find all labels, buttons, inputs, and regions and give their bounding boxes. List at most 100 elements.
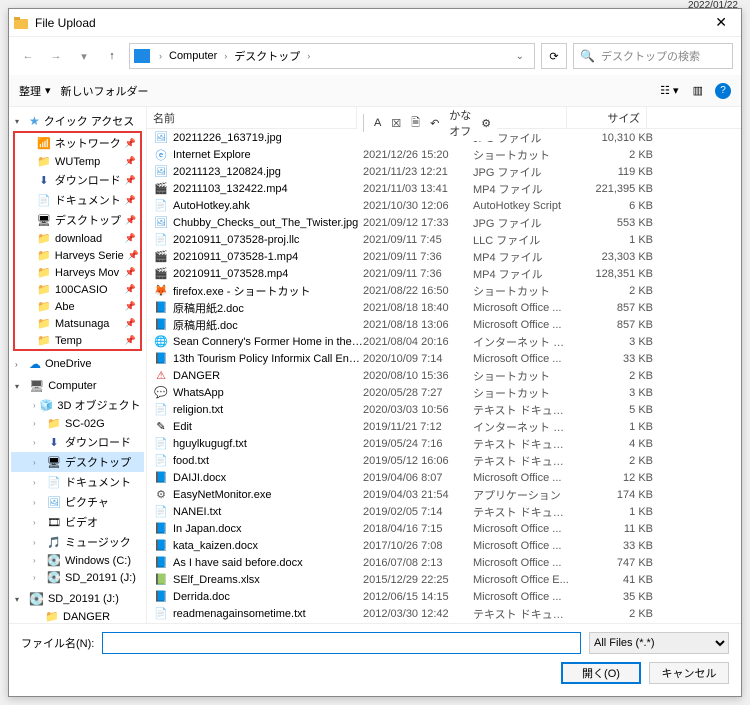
file-row[interactable]: 📄readmenagainsometime.txt2012/03/30 12:4…: [147, 605, 741, 622]
sidebar-item[interactable]: ›💽Windows (C:): [11, 552, 144, 569]
file-row[interactable]: 📄food.txt2019/05/12 16:06テキスト ドキュメント2 KB: [147, 452, 741, 469]
file-name: EasyNetMonitor.exe: [173, 489, 363, 501]
preview-pane-button[interactable]: ▥: [691, 82, 705, 99]
file-row[interactable]: 📘DAIJI.docx2019/04/06 8:07Microsoft Offi…: [147, 469, 741, 486]
file-row[interactable]: 📄AutoHotkey.ahk2021/10/30 12:06AutoHotke…: [147, 197, 741, 214]
quick-access-header[interactable]: ▾ ★ クイック アクセス: [11, 111, 144, 131]
refresh-button[interactable]: ⟳: [541, 43, 567, 69]
sidebar-item[interactable]: 📁Harveys Mov📌: [15, 264, 140, 281]
file-row[interactable]: 🌐Sean Connery's Former Home in the Sou..…: [147, 333, 741, 350]
new-folder-button[interactable]: 新しいフォルダー: [61, 83, 149, 99]
help-button[interactable]: ?: [715, 83, 731, 99]
sidebar-item[interactable]: 📁DANGER: [11, 608, 144, 623]
sidebar-item[interactable]: 📁Temp📌: [15, 332, 140, 349]
file-size: 41 KB: [573, 574, 653, 586]
breadcrumb-root[interactable]: Computer: [167, 50, 219, 62]
view-mode-button[interactable]: ☷ ▾: [658, 82, 680, 99]
file-type-filter[interactable]: All Files (*.*): [589, 632, 729, 654]
file-row[interactable]: 📄NANEI.txt2019/02/05 7:14テキスト ドキュメント1 KB: [147, 503, 741, 520]
file-type: ショートカット: [473, 368, 573, 384]
file-row[interactable]: 📄hguylkugugf.txt2019/05/24 7:16テキスト ドキュメ…: [147, 435, 741, 452]
file-row[interactable]: ✎Edit2019/11/21 7:12インターネット ショート...1 KB: [147, 418, 741, 435]
sidebar-item[interactable]: ›📄ドキュメント: [11, 472, 144, 492]
sidebar-item[interactable]: ›⬇ダウンロード: [11, 432, 144, 452]
file-row[interactable]: ⓔInternet Explore2021/12/26 15:20ショートカット…: [147, 146, 741, 163]
file-row[interactable]: 📘Derrida.doc2012/06/15 14:15Microsoft Of…: [147, 588, 741, 605]
file-row[interactable]: 📘kata_kaizen.docx2017/10/26 7:08Microsof…: [147, 537, 741, 554]
item-icon: 📄: [37, 194, 51, 207]
sidebar-item[interactable]: ›🧊3D オブジェクト: [11, 395, 144, 415]
sidebar-item[interactable]: ⬇ダウンロード📌: [15, 170, 140, 190]
close-button[interactable]: ✕: [705, 12, 737, 33]
sidebar-item[interactable]: 📁WUTemp📌: [15, 153, 140, 170]
file-row[interactable]: 📄20210911_073528-proj.llc2021/09/11 7:45…: [147, 231, 741, 248]
cancel-button[interactable]: キャンセル: [649, 662, 729, 684]
file-row[interactable]: ⚠DANGER2020/08/10 15:36ショートカット2 KB: [147, 367, 741, 384]
highlighted-quick-access: 📶ネットワーク📌📁WUTemp📌⬇ダウンロード📌📄ドキュメント📌🖥デスクトップ📌…: [13, 131, 142, 351]
file-row[interactable]: ⚙EasyNetMonitor.exe2019/04/03 21:54アプリケー…: [147, 486, 741, 503]
file-row[interactable]: 💬WhatsApp2020/05/28 7:27ショートカット3 KB: [147, 384, 741, 401]
sidebar-item[interactable]: 📄ドキュメント📌: [15, 190, 140, 210]
sidebar-item[interactable]: 📁100CASIO📌: [15, 281, 140, 298]
file-row[interactable]: 📘原稿用紙.doc2021/08/18 13:06Microsoft Offic…: [147, 316, 741, 333]
breadcrumb-path[interactable]: デスクトップ: [232, 48, 302, 64]
file-icon: 📄: [153, 199, 169, 212]
breadcrumb-dropdown[interactable]: ⌄: [510, 51, 530, 62]
recent-dropdown[interactable]: ▾: [73, 45, 95, 67]
sd-header[interactable]: ▾ 💽 SD_20191 (J:): [11, 590, 144, 608]
sidebar-item[interactable]: 📁download📌: [15, 230, 140, 247]
sidebar-item[interactable]: ›🎞ビデオ: [11, 512, 144, 532]
pin-icon: 📌: [125, 267, 136, 278]
forward-button[interactable]: →: [45, 45, 67, 67]
sidebar-item[interactable]: ›📁SC-02G: [11, 415, 144, 432]
open-button[interactable]: 開く(O): [561, 662, 641, 684]
organize-button[interactable]: 整理 ▾: [19, 83, 51, 99]
ime-a-icon[interactable]: A: [374, 117, 381, 129]
sidebar-item[interactable]: 📶ネットワーク📌: [15, 133, 140, 153]
file-row[interactable]: 📘In Japan.docx2018/04/16 7:15Microsoft O…: [147, 520, 741, 537]
ime-settings-icon[interactable]: ⚙: [481, 117, 491, 130]
file-size: 23,303 KB: [573, 251, 653, 263]
ime-kana-toggle[interactable]: かなオフ: [449, 107, 471, 139]
file-row[interactable]: 🎬20210911_073528-1.mp42021/09/11 7:36MP4…: [147, 248, 741, 265]
file-row[interactable]: 🦊firefox.exe - ショートカット2021/08/22 16:50ショ…: [147, 282, 741, 299]
file-type: JPG ファイル: [473, 164, 573, 180]
sidebar-item[interactable]: ›🖼ピクチャ: [11, 492, 144, 512]
file-row[interactable]: 🎬20210911_073528.mp42021/09/11 7:36MP4 フ…: [147, 265, 741, 282]
file-name: As I have said before.docx: [173, 557, 363, 569]
file-list[interactable]: 🖼20211226_163719.jpg2021/12/26 16:40JPG …: [147, 129, 741, 623]
file-icon: 📄: [153, 233, 169, 246]
filename-input[interactable]: [102, 632, 581, 654]
pin-icon: 📌: [125, 301, 136, 312]
up-button[interactable]: ↑: [101, 45, 123, 67]
item-icon: 🧊: [40, 399, 54, 412]
file-row[interactable]: 🖼20211123_120824.jpg2021/11/23 12:21JPG …: [147, 163, 741, 180]
file-row[interactable]: 📘13th Tourism Policy Informix Call Engli…: [147, 350, 741, 367]
ime-undo-icon[interactable]: ↶: [430, 117, 439, 130]
column-size[interactable]: サイズ: [567, 107, 647, 128]
column-name[interactable]: 名前: [147, 107, 357, 128]
sidebar-item[interactable]: ›💽SD_20191 (J:): [11, 569, 144, 586]
onedrive-header[interactable]: › ☁ OneDrive: [11, 355, 144, 373]
file-icon: 📘: [153, 352, 169, 365]
ime-symbol-icon[interactable]: ☒: [391, 117, 401, 130]
file-row[interactable]: 📘As I have said before.docx2016/07/08 2:…: [147, 554, 741, 571]
file-row[interactable]: 🖼Chubby_Checks_out_The_Twister.jpg2021/0…: [147, 214, 741, 231]
search-input[interactable]: 🔍 デスクトップの検索: [573, 43, 733, 69]
file-row[interactable]: 📘原稿用紙2.doc2021/08/18 18:40Microsoft Offi…: [147, 299, 741, 316]
file-row[interactable]: 📗SElf_Dreams.xlsx2015/12/29 22:25Microso…: [147, 571, 741, 588]
sidebar-item[interactable]: 📁Matsunaga📌: [15, 315, 140, 332]
sidebar-item[interactable]: ›🎵ミュージック: [11, 532, 144, 552]
breadcrumb[interactable]: › Computer › デスクトップ › ⌄: [129, 43, 535, 69]
file-icon: 📄: [153, 437, 169, 450]
file-row[interactable]: 🎬20211103_132422.mp42021/11/03 13:41MP4 …: [147, 180, 741, 197]
back-button[interactable]: ←: [17, 45, 39, 67]
sidebar-item[interactable]: ›🖥デスクトップ: [11, 452, 144, 472]
sidebar-item[interactable]: 📁Harveys Serie📌: [15, 247, 140, 264]
computer-header[interactable]: ▾ 🖥 Computer: [11, 377, 144, 395]
ime-doc-icon[interactable]: 🗎: [411, 114, 420, 133]
sidebar-item[interactable]: 🖥デスクトップ📌: [15, 210, 140, 230]
file-row[interactable]: 📄religion.txt2020/03/03 10:56テキスト ドキュメント…: [147, 401, 741, 418]
file-size: 1 KB: [573, 506, 653, 518]
sidebar-item[interactable]: 📁Abe📌: [15, 298, 140, 315]
